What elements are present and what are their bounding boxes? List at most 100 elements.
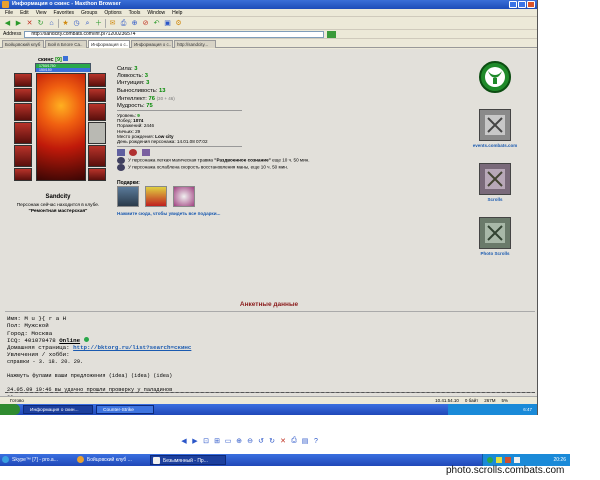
scrolls-icon[interactable]	[479, 163, 511, 195]
tab-5[interactable]: http://sandcity...	[174, 40, 216, 48]
minimize-button[interactable]	[509, 1, 517, 8]
scrolls-link[interactable]: Scrolls	[470, 197, 520, 202]
menu-edit[interactable]: Edit	[20, 9, 29, 16]
rotate-left-icon[interactable]: ↺	[257, 437, 265, 445]
slot-weapon-right-empty[interactable]	[88, 122, 106, 144]
homepage-link[interactable]: http://bktorg.ru/list?search=скинс	[73, 344, 191, 351]
stats-list: Сила: 3 Ловкость: 3 Интуиция: 3 Вынослив…	[117, 66, 175, 110]
photo-scrolls-icon[interactable]	[479, 217, 511, 249]
photo-scrolls-link[interactable]: Photo Scrolls	[470, 251, 520, 256]
inner-task-cs[interactable]: Counter-Strike	[96, 405, 154, 414]
clan-icon[interactable]	[117, 149, 125, 156]
zoom-in-icon[interactable]: ⊕	[235, 437, 243, 445]
slot-amulet[interactable]	[14, 103, 32, 121]
gift-item[interactable]	[117, 186, 139, 207]
image-viewer-toolbar: ◀ ▶ ⊡ ⊞ ▭ ⊕ ⊖ ↺ ↻ ✕ ⎙ ▤ ?	[180, 436, 320, 446]
tray-icon[interactable]	[487, 457, 493, 463]
tab-strip: Бойцовский клуб Бой в Блоге Ca.. Информа…	[0, 39, 537, 48]
help-icon[interactable]: ?	[312, 437, 320, 445]
events-scroll-icon[interactable]	[479, 109, 511, 141]
gifts-link[interactable]: Нажмите сюда, чтобы увидеть все подарки.…	[117, 211, 220, 216]
undo-icon[interactable]: ↶	[152, 19, 161, 28]
slot-gloves[interactable]	[88, 88, 106, 102]
task-paint[interactable]: Безымянный - Пр...	[150, 455, 226, 465]
profile-section-title: Анкетные данные	[239, 301, 299, 308]
inner-taskbar: Информация о скин... Counter-Strike 6:47	[0, 404, 537, 415]
forward-icon[interactable]: ▶	[14, 19, 23, 28]
stop-icon[interactable]: ✕	[25, 19, 34, 28]
new-tab-icon[interactable]: ＋	[94, 19, 103, 28]
fit-icon[interactable]: ⊡	[202, 437, 210, 445]
history-icon[interactable]: ◷	[72, 19, 81, 28]
zoom-out-icon[interactable]: ⊖	[246, 437, 254, 445]
slot-armor[interactable]	[14, 145, 32, 167]
prev-icon[interactable]: ◀	[180, 437, 188, 445]
gift-item[interactable]	[145, 186, 167, 207]
info-icon[interactable]	[63, 56, 69, 61]
bull-logo-icon[interactable]	[479, 61, 511, 93]
address-label: Address	[3, 31, 22, 37]
slot-helmet[interactable]	[14, 73, 32, 87]
tab-3-active[interactable]: Информация о с..	[88, 40, 130, 48]
next-icon[interactable]: ▶	[191, 437, 199, 445]
character-nick[interactable]: скинс [9]	[38, 56, 69, 63]
refresh-icon[interactable]: ↻	[36, 19, 45, 28]
zoom-icon[interactable]: ⊕	[130, 19, 139, 28]
tools-icon[interactable]: ⚙	[174, 19, 183, 28]
slot-leggings[interactable]	[88, 145, 106, 167]
menu-favorites[interactable]: Favorites	[53, 9, 74, 16]
favorites-icon[interactable]: ★	[61, 19, 70, 28]
maximize-button[interactable]	[518, 1, 526, 8]
home-icon[interactable]: ⌂	[47, 19, 56, 28]
go-button[interactable]	[327, 30, 337, 38]
inner-start-button[interactable]	[0, 404, 20, 415]
slot-boots[interactable]	[88, 168, 106, 181]
menu-options[interactable]: Options	[104, 9, 121, 16]
close-button[interactable]	[527, 1, 535, 8]
tab-4[interactable]: Информация о с..	[131, 40, 173, 48]
slot-weapon-left[interactable]	[14, 122, 32, 144]
block-icon[interactable]: ⊘	[141, 19, 150, 28]
print-icon[interactable]: ⎙	[290, 437, 298, 445]
back-icon[interactable]: ◀	[3, 19, 12, 28]
menu-help[interactable]: Help	[172, 9, 182, 16]
search-icon[interactable]: ⌕	[83, 19, 92, 28]
slot-earrings[interactable]	[14, 88, 32, 102]
info-row: День рождения персонажа: 14.01.08 07:02	[117, 139, 208, 145]
window-icon[interactable]: ▣	[163, 19, 172, 28]
icq-status[interactable]: Online	[59, 337, 80, 344]
mail-icon[interactable]: ✉	[108, 19, 117, 28]
rotate-right-icon[interactable]: ↻	[268, 437, 276, 445]
window-titlebar[interactable]: Информация о скинс - Maxthon Browser	[0, 0, 537, 9]
character-panel: скинс [9] 1750/1750 150/150 Sandcity Пер…	[8, 56, 114, 234]
slot-rings[interactable]	[88, 103, 106, 121]
inner-task-browser[interactable]: Информация о скин...	[23, 405, 93, 414]
tray-icon[interactable]	[496, 457, 502, 463]
character-info: Уровень: 9 Побед: 1074 Поражений: 2446 Н…	[117, 113, 208, 144]
url-input[interactable]	[24, 30, 325, 38]
actual-size-icon[interactable]: ⊞	[213, 437, 221, 445]
save-icon[interactable]: ▤	[301, 437, 309, 445]
tray-icon[interactable]	[514, 457, 520, 463]
menu-tools[interactable]: Tools	[129, 9, 141, 16]
slot-bracers[interactable]	[88, 73, 106, 87]
divider	[117, 110, 242, 111]
order-icon[interactable]	[129, 149, 138, 156]
gift-item[interactable]	[173, 186, 195, 207]
menu-file[interactable]: File	[5, 9, 13, 16]
events-link[interactable]: events.combats.com	[470, 143, 520, 148]
menu-groups[interactable]: Groups	[81, 9, 97, 16]
tray-icon[interactable]	[505, 457, 511, 463]
slideshow-icon[interactable]: ▭	[224, 437, 232, 445]
delete-icon[interactable]: ✕	[279, 437, 287, 445]
task-combats[interactable]: Бойцовский клуб ...	[75, 455, 147, 465]
tab-2[interactable]: Бой в Блоге Ca..	[45, 40, 87, 48]
menu-window[interactable]: Window	[147, 9, 165, 16]
menu-view[interactable]: View	[36, 9, 47, 16]
badge-icon[interactable]	[141, 149, 150, 156]
profile-row: Имя: M u }{ r a H	[7, 315, 67, 322]
task-skype[interactable]: Skype™ [7] - pro.a...	[0, 455, 70, 465]
slot-belt[interactable]	[14, 168, 32, 181]
print-icon[interactable]: ⎙	[119, 19, 128, 28]
tab-1[interactable]: Бойцовский клуб	[2, 40, 44, 48]
